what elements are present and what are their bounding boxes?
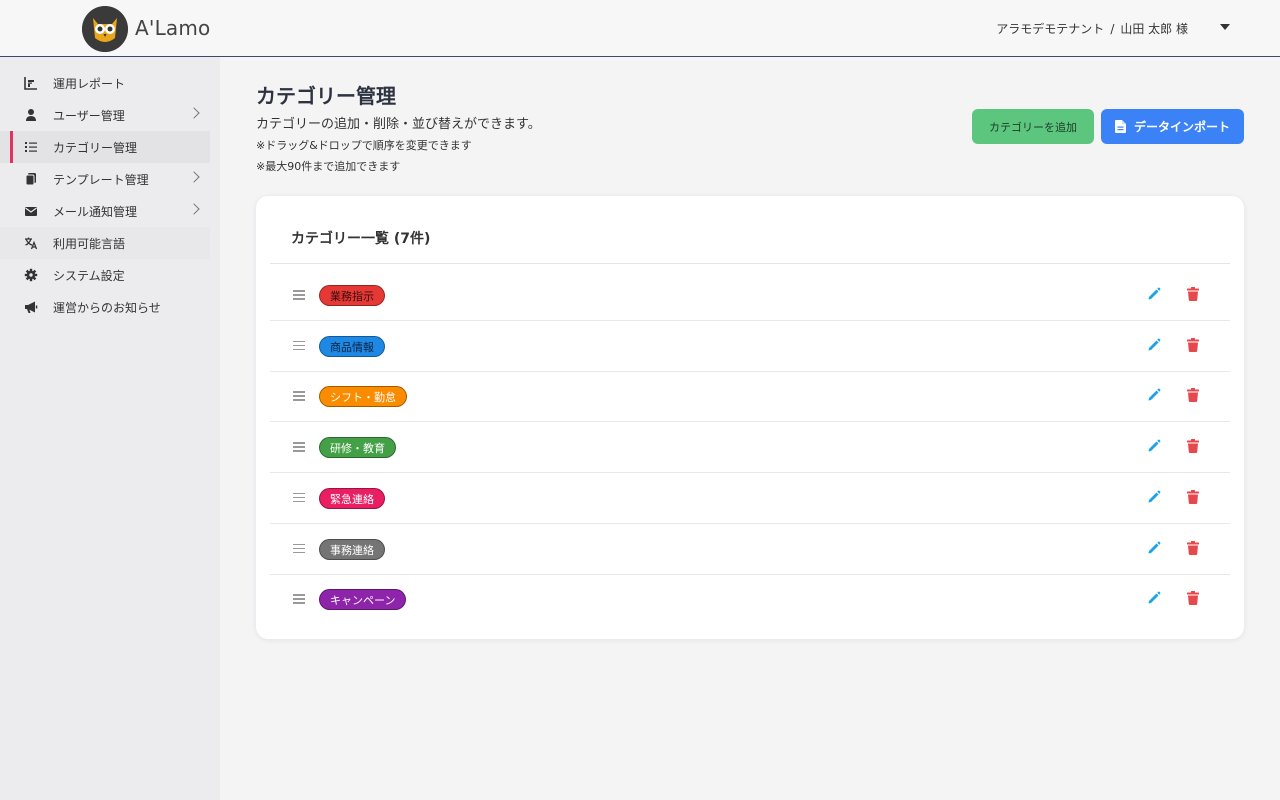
sidebar-item-report[interactable]: 運用レポート [0,67,210,99]
sidebar-item-label: ユーザー管理 [53,108,125,123]
drag-handle-icon[interactable] [293,492,305,503]
category-badge: 研修・教育 [319,437,396,459]
add-category-button[interactable]: カテゴリーを追加 [972,109,1094,144]
category-row[interactable]: 緊急連絡 [270,474,1230,524]
gear-icon [24,268,38,282]
app-header: A'Lamo アラモデモテナント / 山田 太郎 様 [0,0,1280,57]
category-badge: キャンペーン [319,589,407,611]
page-title: カテゴリー管理 [256,84,396,108]
user-icon [24,108,38,122]
category-row[interactable]: 業務指示 [270,271,1230,321]
trash-icon[interactable] [1187,439,1199,454]
drag-handle-icon[interactable] [293,340,305,351]
sidebar-item-label: システム設定 [53,268,125,283]
sidebar-item-mail[interactable]: メール通知管理 [0,195,210,227]
divider [270,263,1230,264]
pencil-icon[interactable] [1147,439,1161,453]
sidebar-item-label: 利用可能言語 [53,236,126,251]
data-import-button[interactable]: データインポート [1101,109,1244,144]
sidebar-item-settings[interactable]: システム設定 [0,259,210,291]
trash-icon[interactable] [1187,388,1199,403]
page-note-drag: ※ドラッグ&ドロップで順序を変更できます [256,139,472,152]
pencil-icon[interactable] [1147,591,1161,605]
trash-icon[interactable] [1187,489,1199,504]
language-icon [24,236,38,250]
sidebar-item-label: 運営からのお知らせ [53,300,161,315]
trash-icon[interactable] [1187,287,1199,301]
category-badge: 商品情報 [319,335,385,357]
drag-handle-icon[interactable] [293,290,305,300]
file-icon [1114,120,1126,133]
category-row[interactable]: シフト・勤怠 [270,372,1230,423]
sidebar-item-templates[interactable]: テンプレート管理 [0,163,210,195]
user-menu[interactable]: アラモデモテナント / 山田 太郎 様 [996,20,1188,37]
category-list-title: カテゴリー一覧 (7件) [291,231,431,247]
brand-name[interactable]: A'Lamo [135,16,211,40]
sidebar-item-categories[interactable]: カテゴリー管理 [0,131,210,163]
pencil-icon[interactable] [1147,490,1161,504]
category-row[interactable]: 事務連絡 [270,525,1230,575]
sidebar-item-label: テンプレート管理 [53,172,149,187]
category-row[interactable]: 研修・教育 [270,423,1230,474]
page-note-limit: ※最大90件まで追加できます [256,160,401,173]
sidebar-item-languages[interactable]: 利用可能言語 [0,227,210,259]
bar-chart-icon [24,76,38,90]
caret-down-icon[interactable] [1220,24,1230,30]
owl-logo-icon[interactable] [82,6,128,52]
megaphone-icon [24,300,38,314]
sidebar-item-announcements[interactable]: 運営からのお知らせ [0,291,210,323]
drag-handle-icon[interactable] [293,594,305,604]
list-icon [24,140,38,154]
trash-icon[interactable] [1187,540,1199,555]
sidebar-item-label: 運用レポート [53,76,126,91]
category-badge: シフト・勤怠 [319,386,407,408]
tenant-name: アラモデモテナント [996,22,1105,36]
chevron-right-icon [188,107,200,119]
drag-handle-icon[interactable] [293,391,305,401]
pencil-icon[interactable] [1147,541,1161,555]
sidebar-item-label: カテゴリー管理 [53,140,138,155]
category-list-card: カテゴリー一覧 (7件) 業務指示商品情報シフト・勤怠 研修・教育緊急連絡事務連絡… [256,196,1244,639]
pencil-icon[interactable] [1147,338,1161,352]
user-name: 山田 太郎 様 [1120,22,1188,36]
pencil-icon[interactable] [1147,287,1161,301]
drag-handle-icon[interactable] [293,442,305,452]
sidebar: 運用レポート ユーザー管理 カテゴリー管理 テンプレート管理 メール通知管理 利… [0,57,220,800]
pencil-icon[interactable] [1147,388,1161,402]
sidebar-item-users[interactable]: ユーザー管理 [0,99,210,131]
copy-icon [24,172,38,186]
category-row[interactable]: 商品情報 [270,322,1230,372]
chevron-right-icon [188,203,200,215]
category-badge: 緊急連絡 [319,487,385,509]
category-row[interactable]: キャンペーン [270,575,1230,625]
sidebar-item-label: メール通知管理 [53,204,138,219]
drag-handle-icon[interactable] [293,543,305,554]
trash-icon[interactable] [1187,591,1199,606]
category-badge: 業務指示 [319,285,385,306]
chevron-right-icon [188,171,200,183]
trash-icon[interactable] [1187,337,1199,352]
data-import-label: データインポート [1133,120,1230,134]
user-separator: / [1110,21,1115,36]
page-description: カテゴリーの追加・削除・並び替えができます。 [256,117,541,132]
category-badge: 事務連絡 [319,538,385,560]
envelope-icon [24,204,38,218]
